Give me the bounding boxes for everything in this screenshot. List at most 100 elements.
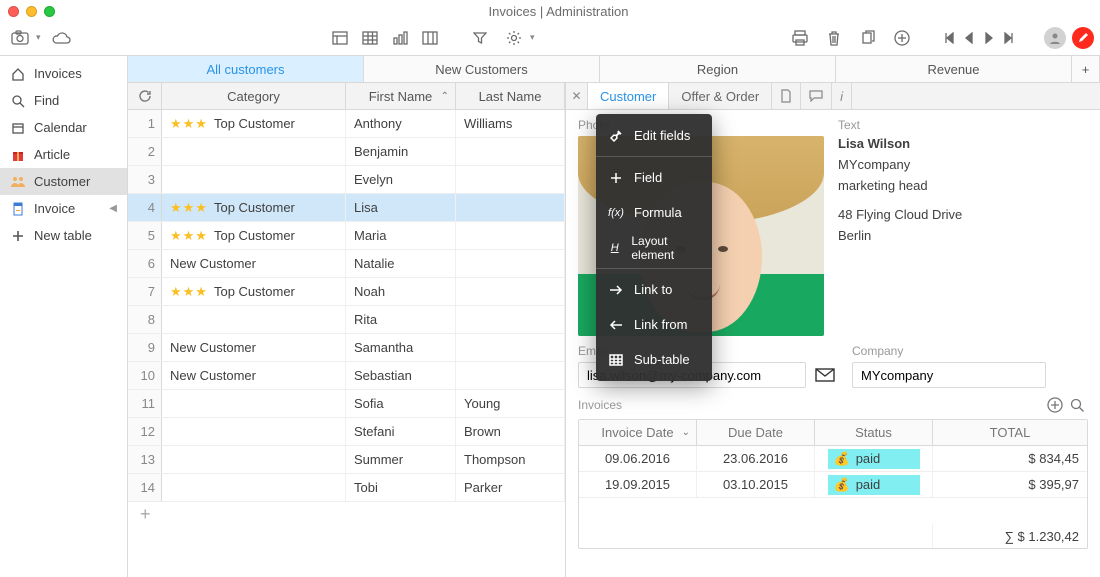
- column-header-first-name[interactable]: First Name⌃: [346, 83, 456, 109]
- nav-prev-icon[interactable]: [960, 26, 978, 50]
- ctx-field[interactable]: Field: [596, 160, 712, 195]
- ctx-layout-element[interactable]: H Layout element: [596, 230, 712, 265]
- add-view-tab-button[interactable]: +: [1072, 56, 1100, 82]
- kanban-view-icon[interactable]: [416, 26, 444, 50]
- cell-last-name[interactable]: Young: [456, 390, 565, 417]
- column-header-last-name[interactable]: Last Name: [456, 83, 565, 109]
- trash-icon[interactable]: [820, 26, 848, 50]
- close-window-button[interactable]: [8, 6, 19, 17]
- cell-category[interactable]: ★★★Top Customer: [162, 278, 346, 305]
- cell-last-name[interactable]: [456, 166, 565, 193]
- cell-last-name[interactable]: [456, 222, 565, 249]
- ctx-formula[interactable]: f(x) Formula: [596, 195, 712, 230]
- cell-last-name[interactable]: [456, 278, 565, 305]
- cell-first-name[interactable]: Summer: [346, 446, 456, 473]
- detail-tab-doc-icon[interactable]: [772, 83, 801, 109]
- sidebar-item-invoices[interactable]: Invoices: [0, 60, 127, 87]
- add-record-icon[interactable]: [888, 26, 916, 50]
- cell-last-name[interactable]: Thompson: [456, 446, 565, 473]
- print-icon[interactable]: [786, 26, 814, 50]
- cell-last-name[interactable]: [456, 194, 565, 221]
- cell-last-name[interactable]: [456, 250, 565, 277]
- invoice-row[interactable]: 19.09.201503.10.2015💰paid$ 395,97: [579, 472, 1087, 498]
- minimize-window-button[interactable]: [26, 6, 37, 17]
- table-row[interactable]: 4★★★Top CustomerLisa: [128, 194, 565, 222]
- cell-category[interactable]: ★★★Top Customer: [162, 194, 346, 221]
- cell-first-name[interactable]: Samantha: [346, 334, 456, 361]
- ctx-sub-table[interactable]: Sub-table: [596, 342, 712, 377]
- cell-last-name[interactable]: Williams: [456, 110, 565, 137]
- duplicate-icon[interactable]: [854, 26, 882, 50]
- detail-tab-info-icon[interactable]: i: [832, 83, 852, 109]
- cell-category[interactable]: [162, 390, 346, 417]
- cell-category[interactable]: ★★★Top Customer: [162, 222, 346, 249]
- inv-col-status[interactable]: Status: [815, 420, 933, 445]
- cell-first-name[interactable]: Sofia: [346, 390, 456, 417]
- refresh-icon[interactable]: [128, 83, 162, 109]
- cell-category[interactable]: [162, 446, 346, 473]
- view-tab-new-customers[interactable]: New Customers: [364, 56, 600, 82]
- cell-last-name[interactable]: [456, 362, 565, 389]
- ctx-link-from[interactable]: Link from: [596, 307, 712, 342]
- send-email-icon[interactable]: [812, 362, 838, 388]
- cell-category[interactable]: New Customer: [162, 250, 346, 277]
- inv-col-total[interactable]: TOTAL: [933, 420, 1087, 445]
- nav-last-icon[interactable]: [1000, 26, 1018, 50]
- table-row[interactable]: 7★★★Top CustomerNoah: [128, 278, 565, 306]
- inv-col-date[interactable]: Invoice Date⌄: [579, 420, 697, 445]
- gear-icon[interactable]: [500, 26, 528, 50]
- cell-category[interactable]: ★★★Top Customer: [162, 110, 346, 137]
- cell-last-name[interactable]: [456, 306, 565, 333]
- cell-first-name[interactable]: Natalie: [346, 250, 456, 277]
- camera-icon[interactable]: [6, 26, 34, 50]
- add-invoice-icon[interactable]: [1044, 394, 1066, 416]
- cloud-icon[interactable]: [47, 26, 75, 50]
- sidebar-item-customer[interactable]: Customer: [0, 168, 127, 195]
- cell-first-name[interactable]: Lisa: [346, 194, 456, 221]
- cell-first-name[interactable]: Maria: [346, 222, 456, 249]
- cell-category[interactable]: [162, 418, 346, 445]
- cell-first-name[interactable]: Rita: [346, 306, 456, 333]
- sidebar-item-calendar[interactable]: Calendar: [0, 114, 127, 141]
- detail-tab-customer[interactable]: Customer: [588, 83, 669, 109]
- nav-first-icon[interactable]: [940, 26, 958, 50]
- table-row[interactable]: 10New CustomerSebastian: [128, 362, 565, 390]
- cell-last-name[interactable]: [456, 334, 565, 361]
- cell-first-name[interactable]: Stefani: [346, 418, 456, 445]
- chart-view-icon[interactable]: [386, 26, 414, 50]
- view-tab-all-customers[interactable]: All customers: [128, 56, 364, 82]
- table-row[interactable]: 6New CustomerNatalie: [128, 250, 565, 278]
- table-row[interactable]: 12StefaniBrown: [128, 418, 565, 446]
- table-view-icon[interactable]: [356, 26, 384, 50]
- add-row-button[interactable]: +: [128, 502, 565, 526]
- detail-tab-offer-order[interactable]: Offer & Order: [669, 83, 772, 109]
- cell-first-name[interactable]: Evelyn: [346, 166, 456, 193]
- sidebar-item-new-table[interactable]: New table: [0, 222, 127, 249]
- table-row[interactable]: 2Benjamin: [128, 138, 565, 166]
- search-invoices-icon[interactable]: [1066, 394, 1088, 416]
- user-avatar-icon[interactable]: [1044, 27, 1066, 49]
- view-tab-revenue[interactable]: Revenue: [836, 56, 1072, 82]
- sidebar-item-find[interactable]: Find: [0, 87, 127, 114]
- cell-first-name[interactable]: Tobi: [346, 474, 456, 501]
- close-detail-icon[interactable]: ✕: [566, 83, 588, 109]
- table-row[interactable]: 1★★★Top CustomerAnthonyWilliams: [128, 110, 565, 138]
- table-row[interactable]: 9New CustomerSamantha: [128, 334, 565, 362]
- invoice-row[interactable]: 09.06.201623.06.2016💰paid$ 834,45: [579, 446, 1087, 472]
- ctx-link-to[interactable]: Link to: [596, 272, 712, 307]
- design-mode-icon[interactable]: [1072, 27, 1094, 49]
- cell-category[interactable]: [162, 138, 346, 165]
- ctx-edit-fields[interactable]: Edit fields: [596, 118, 712, 153]
- cell-category[interactable]: New Customer: [162, 362, 346, 389]
- cell-last-name[interactable]: [456, 138, 565, 165]
- detail-tab-chat-icon[interactable]: [801, 83, 832, 109]
- cell-first-name[interactable]: Benjamin: [346, 138, 456, 165]
- table-row[interactable]: 5★★★Top CustomerMaria: [128, 222, 565, 250]
- view-tab-region[interactable]: Region: [600, 56, 836, 82]
- sidebar-item-article[interactable]: Article: [0, 141, 127, 168]
- cell-category[interactable]: New Customer: [162, 334, 346, 361]
- cell-last-name[interactable]: Brown: [456, 418, 565, 445]
- form-view-icon[interactable]: [326, 26, 354, 50]
- cell-category[interactable]: [162, 166, 346, 193]
- cell-category[interactable]: [162, 474, 346, 501]
